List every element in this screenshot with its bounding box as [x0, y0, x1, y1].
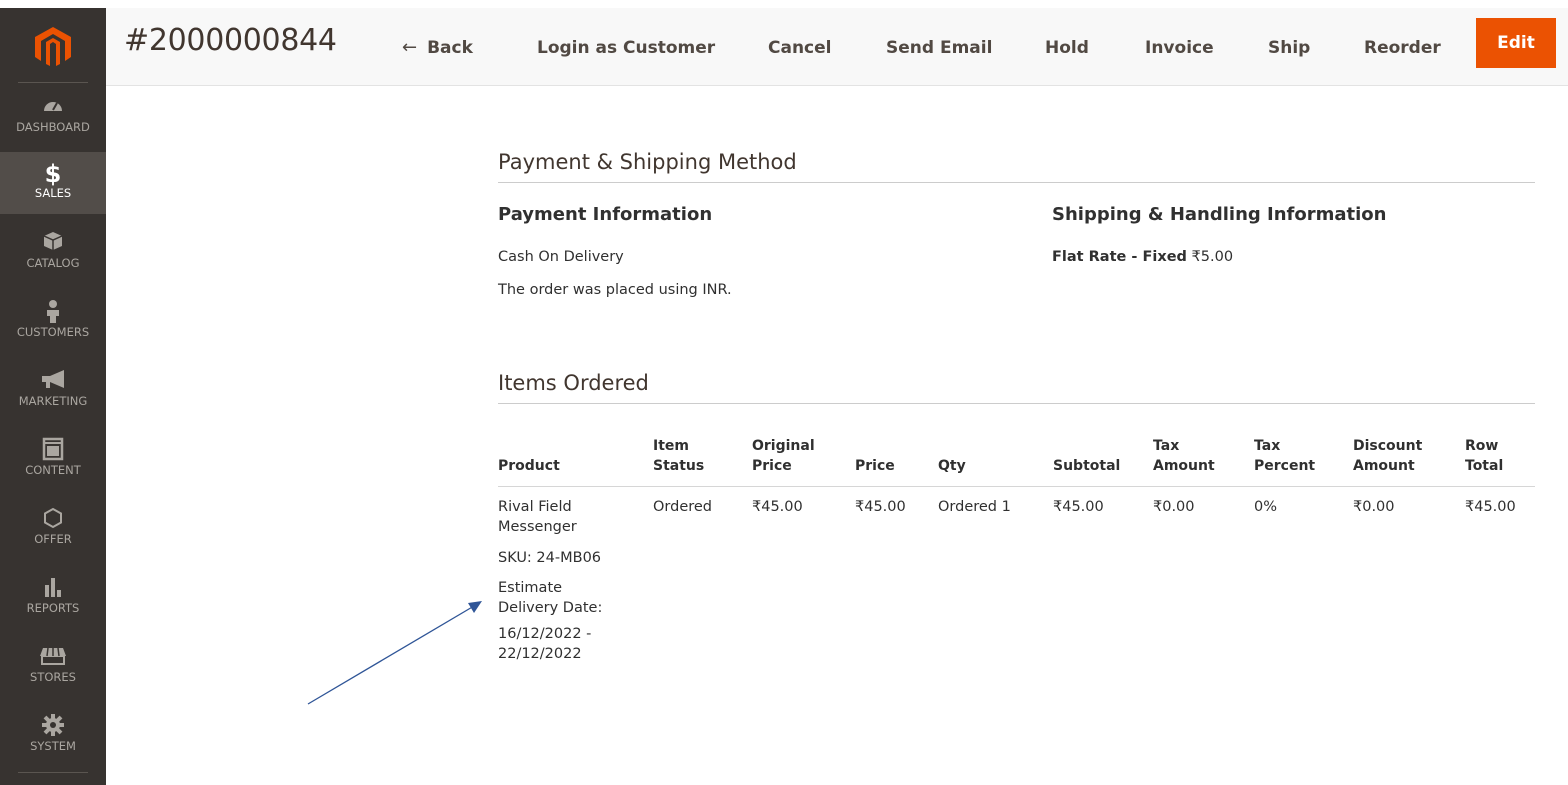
- original-price: ₹45.00: [752, 499, 803, 515]
- shipping-info-heading: Shipping & Handling Information: [1052, 204, 1387, 225]
- arrow-left-icon: ←: [402, 37, 418, 58]
- sidebar-item-reports[interactable]: REPORTS: [0, 567, 106, 629]
- login-as-customer-button[interactable]: Login as Customer: [537, 30, 715, 66]
- box-icon: [0, 230, 106, 256]
- tax-amount: ₹0.00: [1153, 499, 1195, 515]
- bar-chart-icon: [0, 575, 106, 601]
- invoice-button[interactable]: Invoice: [1145, 30, 1214, 66]
- column-header-tax-percent: Tax Percent: [1254, 438, 1316, 474]
- table-header-divider: [498, 486, 1535, 487]
- sidebar-item-customers[interactable]: CUSTOMERS: [0, 291, 106, 353]
- payment-shipping-section-title: Payment & Shipping Method: [498, 150, 1535, 183]
- admin-sidebar: DASHBOARD $ SALES CATALOG CUSTOMERS MARK…: [0, 8, 106, 785]
- ship-button[interactable]: Ship: [1268, 30, 1310, 66]
- send-email-button[interactable]: Send Email: [886, 30, 992, 66]
- cancel-button[interactable]: Cancel: [768, 30, 831, 66]
- sidebar-item-dashboard[interactable]: DASHBOARD: [0, 86, 106, 148]
- svg-text:$: $: [45, 160, 62, 186]
- column-header-qty: Qty: [938, 458, 966, 474]
- item-status: Ordered: [653, 499, 713, 515]
- column-header-tax-amount: Tax Amount: [1153, 438, 1215, 474]
- person-icon: [0, 299, 106, 325]
- megaphone-icon: [0, 368, 106, 394]
- column-header-product: Product: [498, 458, 560, 474]
- layout-icon: [0, 437, 106, 463]
- column-header-subtotal: Subtotal: [1053, 458, 1121, 474]
- sidebar-item-system[interactable]: SYSTEM: [0, 705, 106, 767]
- price: ₹45.00: [855, 499, 906, 515]
- estimate-delivery-label: Estimate Delivery Date:: [498, 580, 603, 616]
- sidebar-divider: [18, 82, 88, 83]
- currency-note: The order was placed using INR.: [498, 282, 732, 298]
- product-sku: SKU: 24-MB06: [498, 550, 602, 566]
- sidebar-item-catalog[interactable]: CATALOG: [0, 222, 106, 284]
- reorder-button[interactable]: Reorder: [1364, 30, 1441, 66]
- edit-button[interactable]: Edit: [1476, 18, 1556, 68]
- page-header: #2000000844 ← Back Login as Customer Canc…: [106, 8, 1568, 86]
- tax-percent: 0%: [1254, 499, 1278, 515]
- back-button[interactable]: ← Back: [402, 30, 473, 66]
- store-icon: [0, 644, 106, 670]
- column-header-original-price: Original Price: [752, 438, 815, 474]
- row-total: ₹45.00: [1465, 499, 1516, 515]
- payment-info-heading: Payment Information: [498, 204, 713, 225]
- sidebar-item-offer[interactable]: OFFER: [0, 498, 106, 560]
- estimate-delivery-range: 16/12/2022 - 22/12/2022: [498, 626, 592, 662]
- sidebar-divider: [18, 772, 88, 773]
- qty: Ordered 1: [938, 499, 1011, 515]
- discount-amount: ₹0.00: [1353, 499, 1395, 515]
- magento-logo-icon[interactable]: [34, 26, 72, 66]
- page-title: #2000000844: [124, 23, 337, 58]
- column-header-row-total: Row Total: [1465, 438, 1504, 474]
- subtotal: ₹45.00: [1053, 499, 1104, 515]
- annotation-arrow-icon: [307, 601, 482, 705]
- sidebar-item-sales[interactable]: $ SALES: [0, 152, 106, 214]
- hold-button[interactable]: Hold: [1045, 30, 1089, 66]
- product-name: Rival Field Messenger: [498, 499, 577, 535]
- column-header-item-status: Item Status: [653, 438, 705, 474]
- sidebar-item-stores[interactable]: STORES: [0, 636, 106, 698]
- sidebar-item-content[interactable]: CONTENT: [0, 429, 106, 491]
- column-header-discount-amount: Discount Amount: [1353, 438, 1423, 474]
- items-ordered-section-title: Items Ordered: [498, 371, 1535, 404]
- dashboard-icon: [0, 94, 106, 120]
- payment-method: Cash On Delivery: [498, 249, 624, 265]
- hexagon-icon: [0, 506, 106, 532]
- column-header-price: Price: [855, 458, 895, 474]
- gear-icon: [0, 713, 106, 739]
- dollar-icon: $: [0, 160, 106, 186]
- shipping-method: Flat Rate - Fixed ₹5.00: [1052, 249, 1234, 265]
- sidebar-item-marketing[interactable]: MARKETING: [0, 360, 106, 422]
